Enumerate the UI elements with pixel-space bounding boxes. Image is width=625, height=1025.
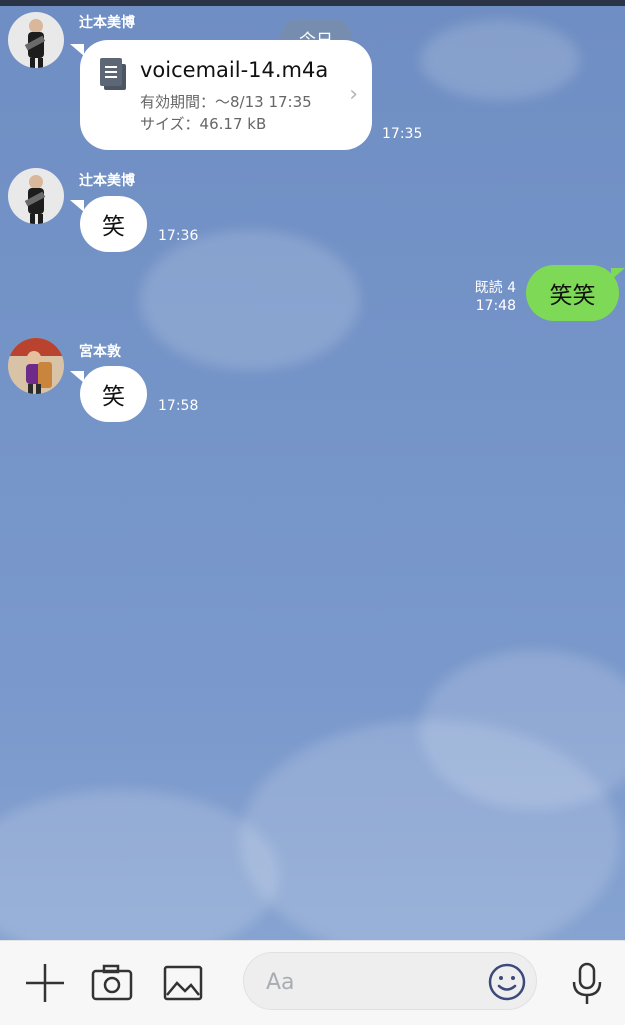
microphone-button[interactable] bbox=[568, 962, 606, 1010]
bubble-tail bbox=[70, 200, 84, 212]
plus-icon bbox=[26, 964, 64, 1002]
status-bar-strip bbox=[0, 0, 625, 6]
avatar-photo-icon bbox=[8, 338, 64, 394]
avatar[interactable] bbox=[8, 12, 64, 68]
message-time: 17:35 bbox=[382, 126, 423, 142]
bubble-tail bbox=[611, 268, 625, 280]
microphone-icon bbox=[572, 962, 602, 1004]
file-expiry: 有効期間：〜8/13 17:35 bbox=[140, 93, 312, 111]
cloud-decoration bbox=[140, 230, 360, 370]
message-bubble[interactable]: 笑 bbox=[80, 196, 147, 252]
my-message-bubble[interactable]: 笑笑 bbox=[526, 265, 619, 321]
sender-name: 辻本美博 bbox=[79, 15, 135, 31]
avatar[interactable] bbox=[8, 168, 64, 224]
avatar-photo-icon bbox=[8, 168, 64, 224]
file-message-bubble[interactable]: voicemail-14.m4a 有効期間：〜8/13 17:35 サイズ：46… bbox=[80, 40, 372, 150]
camera-button[interactable] bbox=[90, 962, 134, 1008]
message-bubble[interactable]: 笑 bbox=[80, 366, 147, 422]
sender-name: 宮本敦 bbox=[79, 344, 121, 360]
bubble-tail bbox=[70, 44, 84, 56]
message-input[interactable] bbox=[264, 965, 468, 999]
image-button[interactable] bbox=[162, 962, 204, 1008]
image-icon bbox=[163, 965, 203, 1001]
avatar-photo-icon bbox=[8, 12, 64, 68]
camera-icon bbox=[91, 964, 133, 1001]
file-size: サイズ：46.17 kB bbox=[140, 115, 267, 133]
emoji-button[interactable] bbox=[487, 962, 527, 1006]
message-time: 17:48 bbox=[475, 298, 516, 314]
cloud-decoration bbox=[0, 790, 280, 940]
sender-name: 辻本美博 bbox=[79, 173, 135, 189]
file-name: voicemail-14.m4a bbox=[140, 58, 329, 82]
message-time: 17:58 bbox=[158, 398, 199, 414]
read-receipt: 既読 4 bbox=[474, 280, 516, 296]
avatar[interactable] bbox=[8, 338, 64, 394]
chat-background: 今日 辻本美博 voicemail-14.m4a 有効期間：〜8/13 17:3… bbox=[0, 0, 625, 940]
message-time: 17:36 bbox=[158, 228, 199, 244]
chevron-right-icon: › bbox=[349, 82, 358, 107]
document-icon bbox=[100, 58, 126, 90]
plus-button[interactable] bbox=[24, 962, 66, 1008]
cloud-decoration bbox=[420, 20, 580, 100]
emoji-icon bbox=[488, 963, 526, 1001]
